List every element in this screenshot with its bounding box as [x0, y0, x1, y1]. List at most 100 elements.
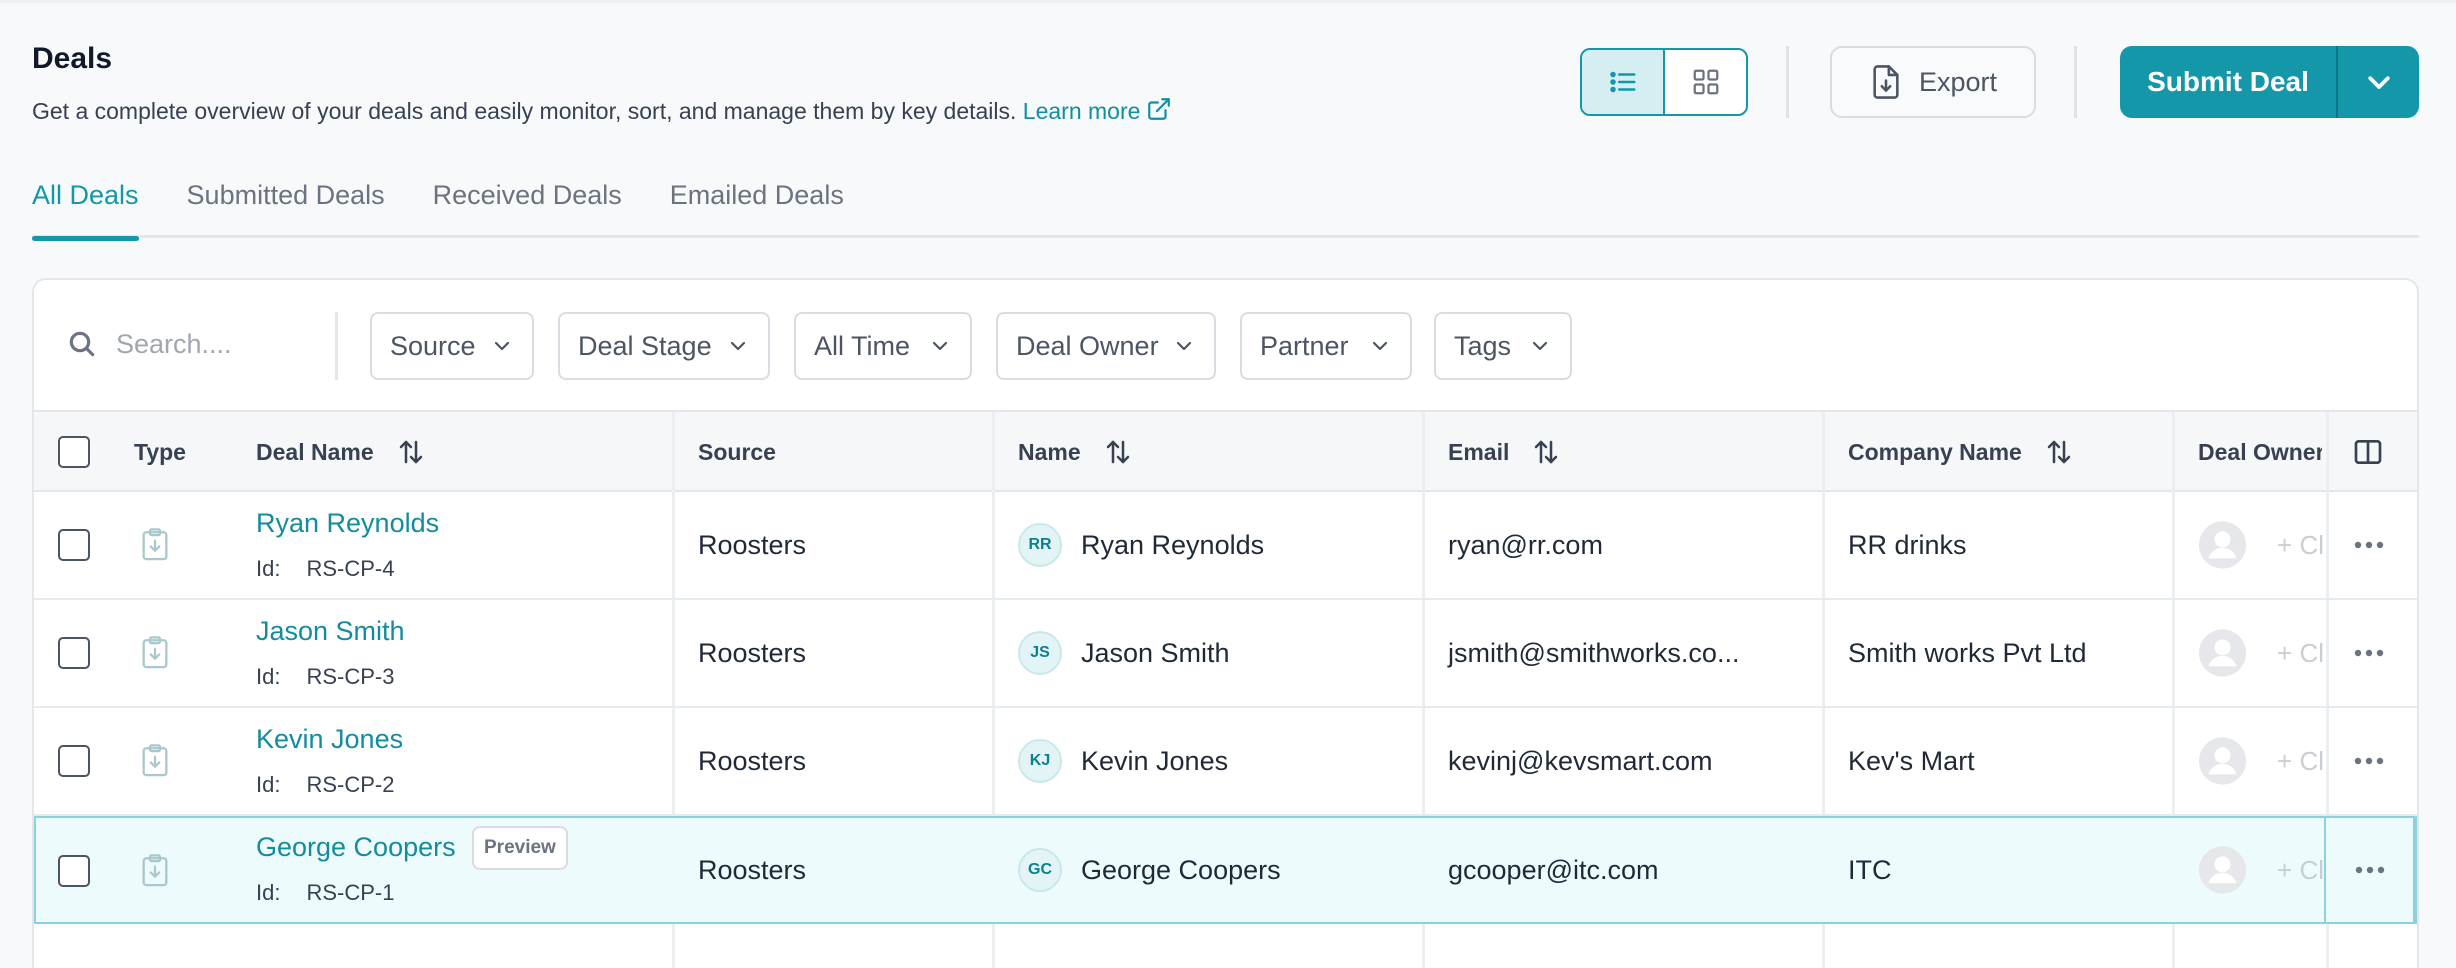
- grid-view-button[interactable]: [1665, 50, 1746, 114]
- header-divider: [2074, 46, 2077, 118]
- chevron-down-icon: [932, 341, 948, 351]
- deal-name-link[interactable]: Ryan Reynolds: [256, 508, 439, 539]
- filter-source[interactable]: Source: [370, 312, 534, 380]
- avatar: JS: [1018, 631, 1062, 675]
- user-avatar-icon[interactable]: [2198, 519, 2247, 571]
- preview-badge[interactable]: Preview: [472, 826, 568, 870]
- row-actions-button[interactable]: [2324, 816, 2415, 924]
- row-checkbox[interactable]: [58, 637, 90, 669]
- sort-icon[interactable]: [2044, 437, 2074, 467]
- column-deal-name: Deal Name: [256, 412, 426, 492]
- search-input[interactable]: [116, 328, 326, 360]
- deal-owner-cell: + Cl: [2198, 492, 2324, 598]
- email-cell: jsmith@smithworks.co...: [1448, 637, 1740, 668]
- row-checkbox[interactable]: [58, 529, 90, 561]
- filter-label: Tags: [1454, 330, 1512, 361]
- top-divider: [0, 0, 2456, 3]
- filter-deal-stage[interactable]: Deal Stage: [558, 312, 770, 380]
- column-settings-button[interactable]: [2352, 412, 2384, 492]
- chevron-down-icon: [1372, 341, 1388, 351]
- deal-id-value: RS-CP-1: [306, 880, 395, 905]
- add-owner-link[interactable]: + Cl: [2277, 855, 2324, 886]
- clipboard-download-icon: [142, 744, 168, 777]
- add-owner-link[interactable]: + Cl: [2277, 530, 2324, 561]
- table-row[interactable]: Ryan Reynolds Id: RS-CP-4 Roosters RR Ryan…: [34, 492, 2417, 600]
- select-all-cell: [58, 412, 90, 492]
- deal-id-value: RS-CP-3: [306, 664, 395, 689]
- clipboard-download-icon: [142, 636, 168, 669]
- row-actions-button[interactable]: [2325, 600, 2413, 706]
- deal-id-label: Id:: [256, 772, 281, 797]
- submit-deal-button[interactable]: Submit Deal: [2120, 46, 2336, 118]
- contact-name: Ryan Reynolds: [1081, 529, 1265, 560]
- contact-name-cell: KJ Kevin Jones: [1018, 708, 1228, 814]
- search-icon: [69, 331, 95, 357]
- deal-id: Id: RS-CP-2: [256, 772, 394, 798]
- search-divider: [335, 312, 338, 380]
- filter-all-time[interactable]: All Time: [794, 312, 972, 380]
- select-all-checkbox[interactable]: [58, 436, 90, 468]
- deal-id-label: Id:: [256, 880, 281, 905]
- table-row[interactable]: George Coopers Preview Id: RS-CP-1 Rooste…: [34, 816, 2417, 924]
- deal-owner-cell: + Cl: [2198, 708, 2324, 814]
- company-cell: RR drinks: [1848, 529, 1967, 560]
- company-cell: Smith works Pvt Ltd: [1848, 637, 2087, 668]
- contact-name: Jason Smith: [1081, 637, 1230, 668]
- tab-emailed-deals[interactable]: Emailed Deals: [670, 176, 844, 238]
- deal-name-link[interactable]: Kevin Jones: [256, 724, 403, 755]
- filter-deal-owner[interactable]: Deal Owner: [996, 312, 1216, 380]
- user-avatar-icon[interactable]: [2198, 627, 2247, 679]
- learn-more-link[interactable]: Learn more: [1023, 98, 1173, 124]
- filter-label: All Time: [814, 330, 911, 361]
- more-horizontal-icon: [2354, 757, 2384, 765]
- contact-name-cell: GC George Coopers: [1018, 818, 1281, 922]
- submit-deal-dropdown[interactable]: [2336, 46, 2419, 118]
- add-owner-link[interactable]: + Cl: [2277, 638, 2324, 669]
- chevron-down-icon: [2367, 76, 2390, 89]
- row-select-cell: [58, 818, 90, 924]
- avatar: GC: [1018, 848, 1062, 892]
- learn-more-label: Learn more: [1022, 98, 1141, 124]
- filter-label: Deal Owner: [1016, 330, 1159, 361]
- chevron-down-icon: [1532, 341, 1548, 351]
- clipboard-download-icon: [142, 528, 168, 561]
- contact-name: Kevin Jones: [1081, 745, 1229, 776]
- row-checkbox[interactable]: [58, 745, 90, 777]
- table-row[interactable]: Kevin Jones Id: RS-CP-2 Roosters KJ Kevin …: [34, 708, 2417, 816]
- list-view-button[interactable]: [1582, 50, 1665, 114]
- clipboard-download-icon: [142, 854, 168, 887]
- sort-icon[interactable]: [1103, 437, 1133, 467]
- more-horizontal-icon: [2354, 649, 2384, 657]
- deal-id-label: Id:: [256, 664, 281, 689]
- email-cell: kevinj@kevsmart.com: [1448, 745, 1713, 776]
- row-actions-button[interactable]: [2325, 492, 2413, 598]
- column-deal-owner: Deal Owner: [2198, 438, 2322, 465]
- tab-received-deals[interactable]: Received Deals: [433, 176, 622, 238]
- filter-tags[interactable]: Tags: [1434, 312, 1572, 380]
- deal-id-value: RS-CP-2: [306, 772, 395, 797]
- chevron-down-icon: [1176, 341, 1192, 351]
- tab-submitted-deals[interactable]: Submitted Deals: [187, 176, 385, 238]
- deal-id: Id: RS-CP-1: [256, 880, 394, 906]
- more-horizontal-icon: [2354, 541, 2384, 549]
- table-row[interactable]: Jason Smith Id: RS-CP-3 Roosters JS Jason …: [34, 600, 2417, 708]
- sort-icon[interactable]: [1531, 437, 1561, 467]
- tab-all-deals[interactable]: All Deals: [32, 176, 139, 241]
- row-checkbox[interactable]: [58, 855, 90, 887]
- page-description: Get a complete overview of your deals an…: [32, 96, 1172, 125]
- add-owner-link[interactable]: + Cl: [2277, 746, 2324, 777]
- deal-type-cell: [138, 600, 172, 706]
- filter-partner[interactable]: Partner: [1240, 312, 1412, 380]
- deal-name-link[interactable]: George Coopers: [256, 832, 456, 863]
- filter-label: Deal Stage: [578, 330, 712, 361]
- user-avatar-icon[interactable]: [2198, 735, 2247, 787]
- more-horizontal-icon: [2355, 866, 2384, 874]
- row-actions-button[interactable]: [2325, 708, 2413, 814]
- page-title: Deals: [32, 42, 113, 75]
- sort-icon[interactable]: [396, 437, 426, 467]
- export-button[interactable]: Export: [1830, 46, 2036, 118]
- user-avatar-icon[interactable]: [2198, 844, 2247, 896]
- company-cell: Kev's Mart: [1848, 745, 1975, 776]
- filter-label: Partner: [1260, 330, 1349, 361]
- deal-name-link[interactable]: Jason Smith: [256, 616, 405, 647]
